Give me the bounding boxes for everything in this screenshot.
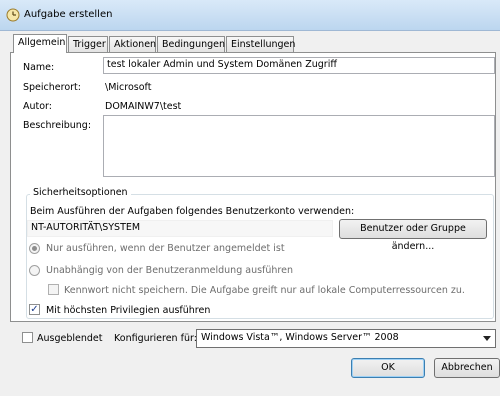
no-password-checkbox[interactable] bbox=[48, 284, 59, 295]
configure-label: Konfigurieren für: bbox=[114, 333, 197, 344]
account-prompt: Beim Ausführen der Aufgaben folgendes Be… bbox=[30, 206, 355, 217]
clock-icon bbox=[6, 8, 20, 22]
radio-logged-on-label: Nur ausführen, wenn der Benutzer angemel… bbox=[46, 243, 285, 254]
change-user-button[interactable]: Benutzer oder Gruppe ändern... bbox=[339, 219, 487, 252]
tab-trigger[interactable]: Trigger bbox=[68, 36, 108, 52]
hidden-checkbox[interactable] bbox=[22, 332, 33, 343]
tab-label: Einstellungen bbox=[231, 39, 296, 50]
radio-independent-label: Unabhängig von der Benutzeranmeldung aus… bbox=[46, 265, 293, 276]
window-title: Aufgabe erstellen bbox=[24, 9, 113, 20]
security-options-title: Sicherheitsoptionen bbox=[30, 187, 131, 198]
ok-button[interactable]: OK bbox=[351, 358, 425, 378]
tab-label: Trigger bbox=[73, 39, 106, 50]
name-label: Name: bbox=[23, 62, 55, 73]
tab-allgemein[interactable]: Allgemein bbox=[13, 34, 67, 53]
checkmark-icon: ✓ bbox=[30, 304, 39, 315]
tab-label: Bedingungen bbox=[162, 39, 226, 50]
description-label: Beschreibung: bbox=[23, 120, 92, 131]
title-bar[interactable]: Aufgabe erstellen bbox=[0, 0, 500, 31]
name-input[interactable]: test lokaler Admin und System Domänen Zu… bbox=[103, 57, 495, 74]
cancel-button-label: Abbrechen bbox=[441, 362, 493, 373]
chevron-down-icon bbox=[483, 336, 491, 341]
author-value: DOMAINW7\test bbox=[105, 101, 182, 112]
tab-bedingungen[interactable]: Bedingungen bbox=[157, 36, 225, 52]
highest-privileges-checkbox[interactable]: ✓ bbox=[29, 304, 40, 315]
ok-button-label: OK bbox=[381, 362, 395, 373]
tab-einstellungen[interactable]: Einstellungen bbox=[226, 36, 296, 52]
no-password-label: Kennwort nicht speichern. Die Aufgabe gr… bbox=[64, 285, 465, 296]
radio-independent[interactable] bbox=[29, 265, 40, 276]
configure-select[interactable]: Windows Vista™, Windows Server™ 2008 bbox=[196, 329, 496, 348]
hidden-label: Ausgeblendet bbox=[37, 333, 103, 344]
cancel-button[interactable]: Abbrechen bbox=[434, 358, 500, 378]
location-value: \Microsoft bbox=[105, 82, 152, 93]
account-field: NT-AUTORITÄT\SYSTEM bbox=[27, 220, 333, 237]
location-label: Speicherort: bbox=[23, 82, 81, 93]
configure-select-value: Windows Vista™, Windows Server™ 2008 bbox=[201, 332, 399, 343]
tab-label: Allgemein bbox=[18, 37, 66, 48]
highest-privileges-label: Mit höchsten Privilegien ausführen bbox=[46, 305, 211, 316]
radio-logged-on[interactable] bbox=[29, 243, 40, 254]
description-textarea[interactable] bbox=[103, 115, 495, 177]
author-label: Autor: bbox=[23, 101, 52, 112]
tab-aktionen[interactable]: Aktionen bbox=[109, 36, 156, 52]
tab-label: Aktionen bbox=[114, 39, 157, 50]
